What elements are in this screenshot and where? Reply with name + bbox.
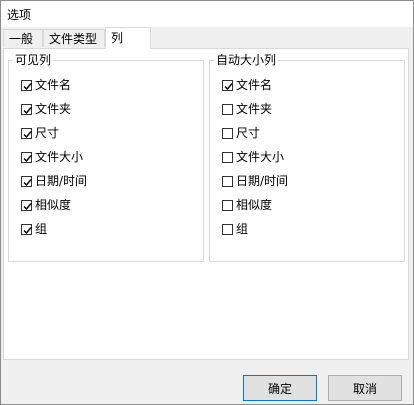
visible-column-checkbox[interactable] (21, 175, 32, 187)
visible-column-label: 文件大小 (35, 150, 84, 164)
autosize-column-label: 文件名 (236, 78, 273, 92)
autosize-column-item[interactable]: 日期/时间 (222, 171, 288, 191)
ok-button[interactable]: 确定 (243, 375, 317, 401)
autosize-column-item[interactable]: 相似度 (222, 195, 272, 215)
autosize-column-item[interactable]: 文件夹 (222, 99, 272, 119)
options-dialog: 选项 一般 文件类型 列 可见列 文件名文件夹尺寸文件大小日期/时间相似度组 自… (0, 0, 414, 405)
autosize-column-label: 文件大小 (236, 150, 285, 164)
tab-file-types[interactable]: 文件类型 (43, 29, 105, 47)
autosize-column-label: 组 (236, 222, 249, 236)
visible-column-label: 文件夹 (35, 102, 72, 116)
title-bar: 选项 (1, 1, 413, 27)
autosize-column-label: 文件夹 (236, 102, 273, 116)
autosize-column-checkbox[interactable] (222, 151, 233, 163)
autosize-column-item[interactable]: 文件名 (222, 75, 272, 95)
visible-column-checkbox[interactable] (21, 79, 32, 91)
autosize-column-checkbox[interactable] (222, 175, 233, 187)
visible-column-checkbox[interactable] (21, 103, 32, 115)
visible-column-checkbox[interactable] (21, 127, 32, 139)
autosize-column-checkbox[interactable] (222, 223, 233, 235)
visible-column-item[interactable]: 文件大小 (21, 147, 83, 167)
visible-column-label: 文件名 (35, 78, 72, 92)
visible-column-item[interactable]: 尺寸 (21, 123, 59, 143)
visible-column-label: 尺寸 (35, 126, 60, 140)
tab-panel-columns: 可见列 文件名文件夹尺寸文件大小日期/时间相似度组 自动大小列 文件名文件夹尺寸… (3, 48, 409, 360)
autosize-column-checkbox[interactable] (222, 199, 233, 211)
visible-column-checkbox[interactable] (21, 151, 32, 163)
tab-general[interactable]: 一般 (3, 29, 43, 47)
autosize-column-item[interactable]: 文件大小 (222, 147, 284, 167)
tab-strip: 一般 文件类型 列 (1, 27, 413, 49)
autosize-column-label: 尺寸 (236, 126, 261, 140)
visible-column-checkbox[interactable] (21, 223, 32, 235)
autosize-column-label: 日期/时间 (236, 174, 289, 188)
autosize-column-label: 相似度 (236, 198, 273, 212)
autosize-column-checkbox[interactable] (222, 127, 233, 139)
cancel-button[interactable]: 取消 (328, 375, 402, 401)
autosize-columns-group: 自动大小列 文件名文件夹尺寸文件大小日期/时间相似度组 (209, 53, 405, 262)
visible-column-label: 组 (35, 222, 48, 236)
visible-column-item[interactable]: 组 (21, 219, 47, 239)
tab-columns[interactable]: 列 (105, 27, 151, 49)
window-title: 选项 (7, 8, 32, 22)
visible-columns-legend: 可见列 (13, 53, 54, 67)
autosize-column-checkbox[interactable] (222, 79, 233, 91)
visible-column-item[interactable]: 日期/时间 (21, 171, 87, 191)
autosize-column-item[interactable]: 尺寸 (222, 123, 260, 143)
visible-column-label: 相似度 (35, 198, 72, 212)
autosize-column-item[interactable]: 组 (222, 219, 248, 239)
visible-column-item[interactable]: 相似度 (21, 195, 71, 215)
visible-column-label: 日期/时间 (35, 174, 88, 188)
visible-column-item[interactable]: 文件夹 (21, 99, 71, 119)
autosize-columns-legend: 自动大小列 (214, 53, 279, 67)
visible-column-checkbox[interactable] (21, 199, 32, 211)
autosize-column-checkbox[interactable] (222, 103, 233, 115)
visible-columns-group: 可见列 文件名文件夹尺寸文件大小日期/时间相似度组 (8, 53, 204, 262)
visible-column-item[interactable]: 文件名 (21, 75, 71, 95)
